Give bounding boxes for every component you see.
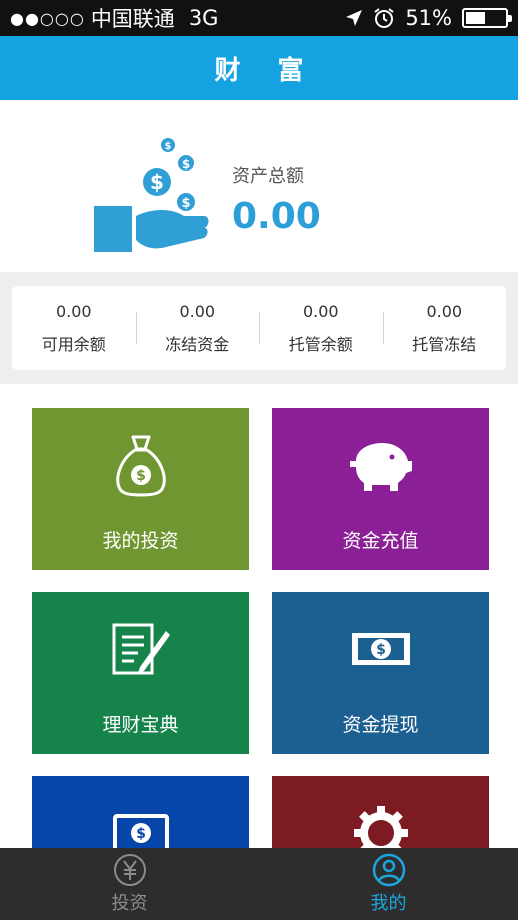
summary-value: 0.00 [55, 301, 92, 321]
yen-coin-icon [113, 854, 146, 886]
svg-text:$: $ [136, 468, 146, 484]
money-bag-icon: $ [115, 435, 166, 497]
total-assets-value: 0.00 [232, 196, 321, 237]
tab-mine[interactable]: 我的 [259, 848, 518, 920]
svg-text:$: $ [376, 642, 386, 658]
piggy-bank-icon [349, 443, 412, 491]
balance-summary: 0.00 可用余额 0.00 冻结资金 0.00 托管余额 0.00 托管冻结 [0, 272, 518, 384]
battery-percent: 51% [405, 6, 452, 30]
svg-text:$: $ [182, 157, 190, 171]
summary-label: 托管余额 [288, 334, 353, 354]
tile-label: 资金提现 [342, 714, 419, 736]
summary-label: 可用余额 [41, 334, 106, 354]
svg-text:$: $ [181, 196, 190, 211]
user-profile-icon [372, 853, 405, 887]
tab-invest[interactable]: 投资 [0, 848, 259, 920]
finance-guide-tile[interactable]: 理财宝典 [32, 592, 249, 754]
status-bar: ●●○○○ 中国联通 3G 51% [0, 0, 518, 36]
balance-card: 0.00 可用余额 0.00 冻结资金 0.00 托管余额 0.00 托管冻结 [12, 286, 506, 370]
custody-frozen: 0.00 托管冻结 [382, 286, 507, 370]
network-type: 3G [188, 6, 219, 30]
tile-label: 理财宝典 [102, 714, 179, 736]
frozen-funds: 0.00 冻结资金 [135, 286, 260, 370]
alarm-clock-icon [374, 8, 394, 28]
hand-coins-icon: $ $ $ $ [94, 138, 209, 252]
summary-value: 0.00 [426, 301, 463, 321]
summary-value: 0.00 [302, 301, 339, 321]
tab-label: 投资 [111, 893, 148, 914]
asset-summary: $ $ $ $ 资产总额 0.00 [0, 100, 518, 272]
document-pen-icon [112, 623, 170, 675]
summary-label: 托管冻结 [412, 334, 477, 354]
tile-label: 我的投资 [102, 530, 179, 552]
summary-value: 0.00 [179, 301, 216, 321]
custody-balance: 0.00 托管余额 [259, 286, 383, 370]
bottom-tab-bar: 投资 我的 [0, 848, 518, 920]
total-assets-label: 资产总额 [232, 166, 304, 187]
signal-strength: ●●○○○ [10, 8, 85, 28]
svg-text:$: $ [150, 170, 164, 194]
tab-label: 我的 [370, 893, 407, 914]
battery-icon [462, 8, 512, 28]
title-bar: 财 富 [0, 36, 518, 100]
my-investment-tile[interactable]: $ 我的投资 [32, 408, 249, 570]
tile-label: 资金充值 [342, 530, 419, 552]
battery-fill [466, 12, 486, 24]
svg-text:$: $ [136, 826, 146, 842]
svg-text:$: $ [165, 141, 172, 152]
location-arrow-icon [346, 10, 363, 26]
page-title: 财 富 [214, 55, 318, 86]
available-balance: 0.00 可用余额 [12, 286, 136, 370]
summary-label: 冻结资金 [165, 334, 230, 354]
recharge-tile[interactable]: 资金充值 [272, 408, 489, 570]
carrier-name: 中国联通 [90, 7, 175, 31]
banknote-icon: $ [351, 633, 410, 665]
withdraw-tile[interactable]: $ 资金提现 [272, 592, 489, 754]
